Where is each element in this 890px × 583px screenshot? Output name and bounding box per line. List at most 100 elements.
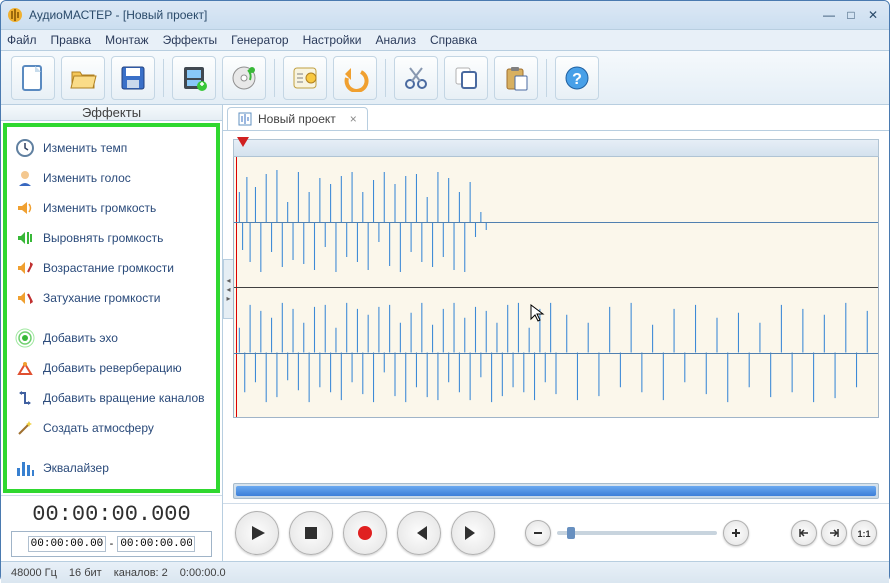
timer-to-input[interactable] bbox=[117, 536, 195, 552]
folder-open-icon bbox=[69, 64, 97, 92]
arrow-right-end-icon bbox=[827, 526, 841, 540]
svg-text:?: ? bbox=[572, 71, 582, 88]
effect-change-voice[interactable]: Изменить голос bbox=[9, 163, 214, 193]
menu-effects[interactable]: Эффекты bbox=[163, 33, 218, 47]
editor: Новый проект × ◂◂▸ bbox=[223, 105, 889, 561]
minimize-button[interactable]: — bbox=[819, 7, 839, 23]
undo-icon bbox=[341, 64, 369, 92]
copy-button[interactable] bbox=[444, 56, 488, 100]
timer-range: - bbox=[11, 531, 212, 557]
menu-settings[interactable]: Настройки bbox=[303, 33, 362, 47]
menu-montage[interactable]: Монтаж bbox=[105, 33, 149, 47]
statusbar: 48000 Гц 16 бит каналов: 2 0:00:00.0 bbox=[1, 561, 889, 583]
effect-fade-in[interactable]: Возрастание громкости bbox=[9, 253, 214, 283]
mix-button[interactable] bbox=[283, 56, 327, 100]
disc-icon bbox=[230, 64, 258, 92]
tabs: Новый проект × bbox=[223, 105, 889, 131]
collapse-handle[interactable]: ◂◂▸ bbox=[223, 259, 233, 319]
play-button[interactable] bbox=[235, 511, 279, 555]
record-icon bbox=[355, 523, 375, 543]
arrow-left-end-icon bbox=[797, 526, 811, 540]
skip-forward-icon bbox=[463, 523, 483, 543]
tab-close-icon[interactable]: × bbox=[350, 112, 357, 126]
open-button[interactable] bbox=[61, 56, 105, 100]
effect-change-volume[interactable]: Изменить громкость bbox=[9, 193, 214, 223]
menu-help[interactable]: Справка bbox=[430, 33, 477, 47]
menu-analysis[interactable]: Анализ bbox=[375, 33, 416, 47]
floppy-save-icon bbox=[119, 64, 147, 92]
help-button[interactable]: ? bbox=[555, 56, 599, 100]
effect-reverb[interactable]: Добавить реверберацию bbox=[9, 353, 214, 383]
undo-button[interactable] bbox=[333, 56, 377, 100]
goto-start-button[interactable] bbox=[791, 520, 817, 546]
goto-end-button[interactable] bbox=[821, 520, 847, 546]
rotate-icon bbox=[15, 388, 35, 408]
copy-icon bbox=[452, 64, 480, 92]
timeline-ruler[interactable] bbox=[233, 139, 879, 157]
status-duration: 0:00:00.0 bbox=[180, 567, 226, 579]
stop-icon bbox=[302, 524, 320, 542]
waveform-area[interactable]: ◂◂▸ bbox=[233, 139, 879, 477]
effect-equalizer[interactable]: Эквалайзер bbox=[9, 453, 214, 483]
effect-fade-out[interactable]: Затухание громкости bbox=[9, 283, 214, 313]
timer-panel: 00:00:00.000 - bbox=[1, 495, 222, 563]
echo-icon bbox=[15, 328, 35, 348]
menu-generator[interactable]: Генератор bbox=[231, 33, 288, 47]
save-button[interactable] bbox=[111, 56, 155, 100]
speaker-icon bbox=[15, 198, 35, 218]
toolbar: ? bbox=[1, 51, 889, 105]
effect-echo[interactable]: Добавить эхо bbox=[9, 323, 214, 353]
horizontal-scrollbar[interactable] bbox=[233, 483, 879, 499]
effect-atmosphere[interactable]: Создать атмосферу bbox=[9, 413, 214, 443]
audio-file-icon bbox=[238, 112, 252, 126]
titlebar: АудиоМАСТЕР - [Новый проект] — □ ✕ bbox=[1, 1, 889, 29]
zoom-slider[interactable] bbox=[525, 520, 781, 546]
timer-display: 00:00:00.000 bbox=[11, 502, 212, 527]
prev-button[interactable] bbox=[397, 511, 441, 555]
track-left[interactable] bbox=[234, 157, 878, 287]
app-icon bbox=[7, 7, 23, 23]
zoom-out-button[interactable] bbox=[525, 520, 551, 546]
zoom-fit-button[interactable]: 1:1 bbox=[851, 520, 877, 546]
equalizer-icon bbox=[15, 458, 35, 478]
menu-file[interactable]: Файл bbox=[7, 33, 37, 47]
file-new-icon bbox=[19, 64, 47, 92]
clock-icon bbox=[15, 138, 35, 158]
sidebar: Эффекты Изменить темп Изменить голос Изм… bbox=[1, 105, 223, 561]
cut-button[interactable] bbox=[394, 56, 438, 100]
reverb-icon bbox=[15, 358, 35, 378]
effect-normalize[interactable]: Выровнять громкость bbox=[9, 223, 214, 253]
effects-panel: Изменить темп Изменить голос Изменить гр… bbox=[3, 123, 220, 493]
window-title: АудиоМАСТЕР - [Новый проект] bbox=[29, 8, 207, 22]
timer-from-input[interactable] bbox=[28, 536, 106, 552]
zoom-in-button[interactable] bbox=[723, 520, 749, 546]
status-rate: 48000 Гц bbox=[11, 567, 57, 579]
play-icon bbox=[247, 523, 267, 543]
video-button[interactable] bbox=[172, 56, 216, 100]
person-icon bbox=[15, 168, 35, 188]
speaker-up-icon bbox=[15, 258, 35, 278]
paste-button[interactable] bbox=[494, 56, 538, 100]
track-right[interactable] bbox=[234, 287, 878, 417]
close-button[interactable]: ✕ bbox=[863, 7, 883, 23]
svg-text:1:1: 1:1 bbox=[857, 529, 870, 539]
menubar: Файл Правка Монтаж Эффекты Генератор Нас… bbox=[1, 29, 889, 51]
effect-change-tempo[interactable]: Изменить темп bbox=[9, 133, 214, 163]
mixer-icon bbox=[291, 64, 319, 92]
maximize-button[interactable]: □ bbox=[841, 7, 861, 23]
film-icon bbox=[180, 64, 208, 92]
tab-project[interactable]: Новый проект × bbox=[227, 107, 368, 130]
effect-rotate-channels[interactable]: Добавить вращение каналов bbox=[9, 383, 214, 413]
record-button[interactable] bbox=[343, 511, 387, 555]
new-button[interactable] bbox=[11, 56, 55, 100]
wand-icon bbox=[15, 418, 35, 438]
minus-icon bbox=[531, 526, 545, 540]
cd-button[interactable] bbox=[222, 56, 266, 100]
plus-icon bbox=[729, 526, 743, 540]
one-to-one-icon: 1:1 bbox=[856, 526, 872, 540]
help-icon: ? bbox=[563, 64, 591, 92]
next-button[interactable] bbox=[451, 511, 495, 555]
stop-button[interactable] bbox=[289, 511, 333, 555]
menu-edit[interactable]: Правка bbox=[51, 33, 92, 47]
playhead-icon[interactable] bbox=[236, 136, 250, 150]
